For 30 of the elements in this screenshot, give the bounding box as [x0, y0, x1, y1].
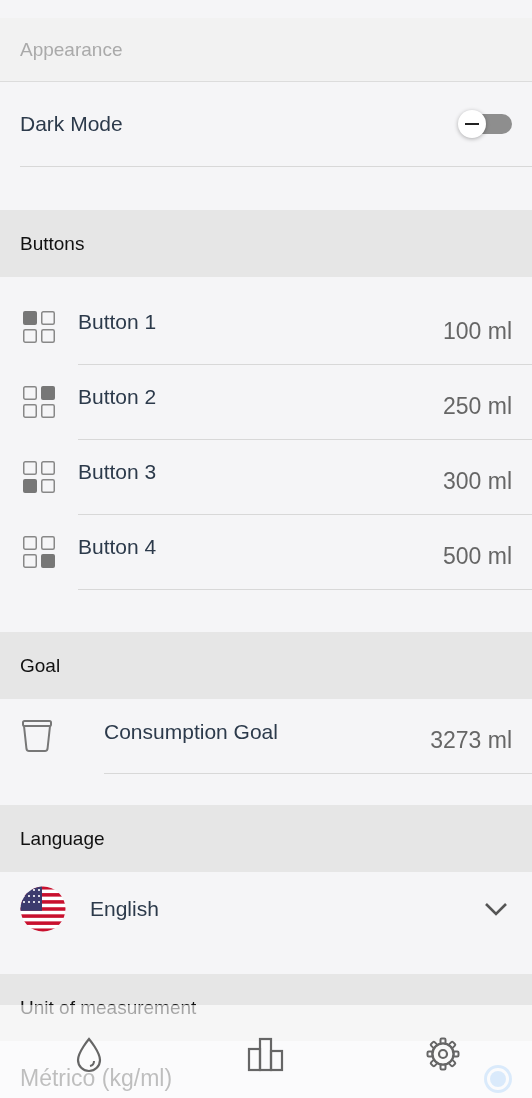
button-label: Button 4	[78, 535, 157, 559]
minus-icon	[465, 123, 479, 125]
settings-icon[interactable]	[426, 1037, 461, 1071]
volume-value: 300 ml	[442, 467, 512, 495]
section-header: Appearance	[20, 38, 123, 61]
language-value: English	[90, 896, 159, 921]
bar-chart-icon[interactable]	[247, 1037, 285, 1072]
section-header: Language	[20, 827, 105, 850]
chevron-down-icon	[484, 901, 508, 916]
volume-value: 250 ml	[442, 392, 512, 420]
section-header: Unit of measurement	[20, 996, 197, 1019]
language-dropdown[interactable]: English	[0, 872, 532, 945]
button-label: Button 3	[78, 460, 157, 484]
setting-label: Dark Mode	[20, 112, 123, 136]
section-header: Goal	[20, 654, 61, 677]
grid-quadrant-icon	[22, 534, 56, 569]
button-label: Button 2	[78, 385, 157, 409]
grid-quadrant-icon	[22, 384, 56, 419]
grid-quadrant-icon	[22, 459, 56, 494]
button-label: Button 1	[78, 310, 157, 334]
radio-button[interactable]	[484, 1065, 512, 1093]
setting-label: Consumption Goal	[104, 719, 278, 744]
grid-quadrant-icon	[22, 309, 56, 344]
goal-value: 3273 ml	[430, 727, 512, 754]
cup-icon	[22, 719, 52, 753]
dark-mode-toggle[interactable]	[458, 109, 512, 139]
volume-value: 500 ml	[442, 542, 512, 570]
unit-option-label: Métrico (kg/ml)	[20, 1066, 173, 1092]
volume-value: 100 ml	[442, 317, 512, 345]
section-header: Buttons	[20, 232, 85, 255]
